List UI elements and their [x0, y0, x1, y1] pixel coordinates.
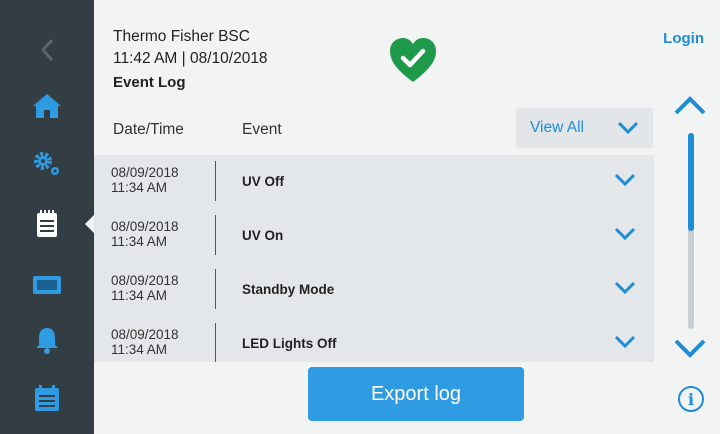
event-datetime: 08/09/2018 11:34 AM	[111, 165, 179, 195]
export-log-button[interactable]: Export log	[308, 367, 524, 421]
event-name: UV On	[242, 228, 284, 243]
event-name: Standby Mode	[242, 282, 335, 297]
notepad-icon	[37, 210, 57, 237]
chevron-down-icon[interactable]	[614, 335, 636, 349]
scrollbar-thumb[interactable]	[688, 133, 694, 231]
active-indicator	[85, 215, 94, 233]
event-name: UV Off	[242, 174, 284, 189]
event-row[interactable]: 08/09/2018 11:34 AM UV Off	[94, 155, 654, 209]
sidebar-item-display[interactable]	[0, 259, 94, 311]
event-datetime: 08/09/2018 11:34 AM	[111, 219, 179, 249]
device-name: Thermo Fisher BSC	[113, 28, 250, 45]
row-divider	[215, 161, 216, 201]
sidebar-item-settings[interactable]	[0, 138, 94, 190]
screen-icon	[33, 276, 61, 294]
column-header-datetime: Date/Time	[113, 121, 184, 138]
event-date: 08/09/2018	[111, 165, 179, 180]
sidebar	[0, 0, 94, 434]
event-row[interactable]: 08/09/2018 11:34 AM Standby Mode	[94, 263, 654, 317]
sidebar-item-calendar[interactable]	[0, 372, 94, 424]
event-name: LED Lights Off	[242, 336, 337, 351]
calendar-icon	[35, 385, 59, 411]
sidebar-item-event-log[interactable]	[0, 198, 94, 250]
event-date: 08/09/2018	[111, 219, 179, 234]
datetime: 11:42 AM | 08/10/2018	[113, 50, 268, 67]
scroll-down-icon[interactable]	[673, 338, 707, 360]
back-button[interactable]	[0, 24, 94, 76]
chevron-down-icon	[617, 121, 639, 135]
view-filter-label: View All	[530, 119, 584, 136]
chevron-left-icon	[40, 38, 54, 62]
event-time: 11:34 AM	[111, 180, 168, 195]
event-time: 11:34 AM	[111, 342, 168, 357]
event-row[interactable]: 08/09/2018 11:34 AM UV On	[94, 209, 654, 263]
event-date: 08/09/2018	[111, 273, 179, 288]
bell-icon	[36, 328, 58, 354]
row-divider	[215, 215, 216, 255]
row-divider	[215, 323, 216, 362]
event-datetime: 08/09/2018 11:34 AM	[111, 273, 179, 303]
scroll-up-icon[interactable]	[673, 94, 707, 116]
home-icon	[33, 94, 61, 118]
info-icon[interactable]: i	[678, 386, 704, 412]
event-datetime: 08/09/2018 11:34 AM	[111, 327, 179, 357]
info-glyph: i	[687, 389, 695, 409]
chevron-down-icon[interactable]	[614, 173, 636, 187]
view-filter-dropdown[interactable]: View All	[516, 108, 653, 148]
sidebar-item-home[interactable]	[0, 80, 94, 132]
row-divider	[215, 269, 216, 309]
chevron-down-icon[interactable]	[614, 281, 636, 295]
event-time: 11:34 AM	[111, 288, 168, 303]
page-title: Event Log	[113, 74, 186, 91]
sidebar-item-alarms[interactable]	[0, 314, 94, 366]
gears-icon	[34, 152, 59, 175]
login-link[interactable]: Login	[663, 30, 704, 47]
event-list: 08/09/2018 11:34 AM UV Off 08/09/2018 11…	[94, 155, 654, 362]
heart-check-icon	[390, 38, 436, 82]
event-date: 08/09/2018	[111, 327, 179, 342]
event-row[interactable]: 08/09/2018 11:34 AM LED Lights Off	[94, 317, 654, 362]
chevron-down-icon[interactable]	[614, 227, 636, 241]
column-header-event: Event	[242, 121, 282, 138]
event-time: 11:34 AM	[111, 234, 168, 249]
